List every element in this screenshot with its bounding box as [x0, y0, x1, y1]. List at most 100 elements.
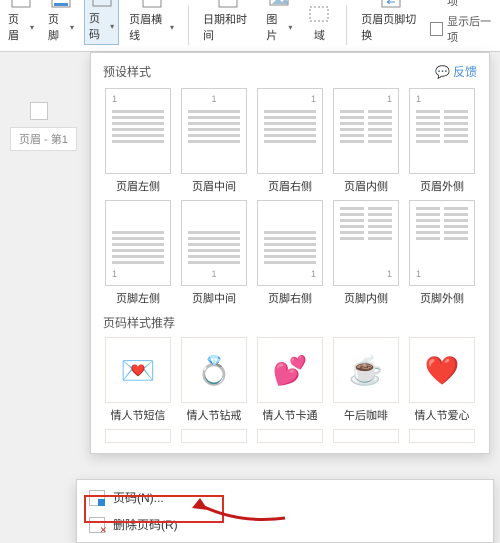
- feedback-label: 反馈: [453, 63, 477, 80]
- promo-row-2: [103, 429, 477, 443]
- footer-button[interactable]: 页脚▾: [44, 0, 78, 45]
- preset-style-right-header[interactable]: 1页眉右侧: [255, 88, 325, 194]
- crossline-icon: [141, 0, 163, 9]
- switch-label: 页眉页脚切换: [361, 11, 420, 43]
- preset-style-outer-header[interactable]: 1页眉外侧: [407, 88, 477, 194]
- promo-title: 页码样式推荐: [103, 314, 477, 331]
- switch-icon: [380, 0, 402, 9]
- page-number-dialog-icon: [89, 490, 105, 506]
- field-button[interactable]: 域: [302, 1, 336, 45]
- promo-item-4[interactable]: ❤️ 情人节爱心: [407, 337, 477, 423]
- page-number-button[interactable]: # 页码▾: [84, 0, 119, 45]
- promo-label: 情人节卡通: [263, 407, 318, 423]
- picture-label: 图片: [266, 11, 286, 43]
- preset-style-label: 页脚左侧: [116, 290, 160, 306]
- header-icon: [10, 0, 32, 9]
- promo-label: 情人节短信: [111, 407, 166, 423]
- chevron-down-icon: ▾: [30, 23, 34, 32]
- field-label: 域: [314, 27, 325, 43]
- ribbon-right-group: 显示前一项 显示后一项: [430, 0, 496, 45]
- menu-item-page-number[interactable]: 页码(N)...: [77, 484, 493, 511]
- preset-title: 预设样式: [103, 63, 151, 80]
- chevron-down-icon: ▾: [110, 22, 114, 31]
- footer-label: 页脚: [48, 11, 68, 43]
- promo-label: 情人节钻戒: [187, 407, 242, 423]
- delete-page-number-icon: [89, 517, 105, 533]
- chevron-down-icon: ▾: [170, 23, 174, 32]
- promo-item-3[interactable]: ☕ 午后咖啡: [331, 337, 401, 423]
- promo-thumb-blank: [257, 429, 323, 443]
- ribbon-toolbar: 页眉▾ 页脚▾ # 页码▾ 页眉横线▾ 日期和时间 图片▾ 域: [0, 0, 500, 52]
- crossline-label: 页眉横线: [129, 11, 168, 43]
- preset-row-header: 1页眉左侧1页眉中间1页眉右侧1页眉内侧1页眉外侧: [103, 88, 477, 194]
- promo-item-blank[interactable]: [179, 429, 249, 443]
- header-crossline-button[interactable]: 页眉横线▾: [125, 0, 178, 45]
- show-next-icon: [430, 22, 443, 36]
- preset-style-label: 页眉中间: [192, 178, 236, 194]
- page-number-icon: #: [91, 0, 113, 8]
- promo-thumb-blank: [181, 429, 247, 443]
- feedback-icon: 💬: [435, 65, 450, 79]
- show-prev-button[interactable]: 显示前一项: [430, 0, 496, 9]
- preset-style-right-footer[interactable]: 1页脚右侧: [255, 200, 325, 306]
- menu-item-page-number-label: 页码(N)...: [113, 489, 164, 506]
- promo-thumb: ☕: [333, 337, 399, 403]
- promo-thumb: 💕: [257, 337, 323, 403]
- promo-item-1[interactable]: 💍情人节钻戒: [179, 337, 249, 423]
- promo-thumb-blank: [333, 429, 399, 443]
- switch-button[interactable]: 页眉页脚切换: [357, 0, 424, 45]
- page-number-menu: 页码(N)... 删除页码(R): [76, 479, 494, 543]
- document-area: 页眉 - 第1 预设样式 💬 反馈 1页眉左侧1页眉中间1页眉右侧1页眉内侧1页…: [0, 52, 500, 543]
- promo-item-blank[interactable]: [103, 429, 173, 443]
- preset-style-center-footer[interactable]: 1页脚中间: [179, 200, 249, 306]
- preset-style-left-footer[interactable]: 1页脚左侧: [103, 200, 173, 306]
- preset-style-label: 页眉右侧: [268, 178, 312, 194]
- page-marker-icon: [30, 102, 48, 120]
- show-prev-label: 显示前一项: [447, 0, 496, 9]
- promo-item-2[interactable]: 💕 情人节卡通: [255, 337, 325, 423]
- picture-icon: [268, 0, 290, 9]
- menu-item-delete-page-number[interactable]: 删除页码(R): [77, 511, 493, 538]
- promo-label: 情人节爱心: [415, 407, 470, 423]
- promo-thumb: 💌: [105, 337, 171, 403]
- promo-item-blank[interactable]: [407, 429, 477, 443]
- preset-style-inner-footer[interactable]: 1页脚内侧: [331, 200, 401, 306]
- promo-label: 午后咖啡: [344, 407, 388, 423]
- show-next-button[interactable]: 显示后一项: [430, 13, 496, 45]
- menu-item-delete-label: 删除页码(R): [113, 516, 178, 533]
- picture-button[interactable]: 图片▾: [262, 0, 296, 45]
- preset-style-left-header[interactable]: 1页眉左侧: [103, 88, 173, 194]
- preset-style-center-header[interactable]: 1页眉中间: [179, 88, 249, 194]
- promo-thumb-blank: [105, 429, 171, 443]
- ribbon-separator: [346, 5, 347, 45]
- preset-style-inner-header[interactable]: 1页眉内侧: [331, 88, 401, 194]
- page-number-panel: 预设样式 💬 反馈 1页眉左侧1页眉中间1页眉右侧1页眉内侧1页眉外侧 1页脚左…: [90, 52, 490, 454]
- preset-style-label: 页脚中间: [192, 290, 236, 306]
- preset-style-label: 页眉左侧: [116, 178, 160, 194]
- promo-thumb: ❤️: [409, 337, 475, 403]
- page-number-label: 页码: [89, 10, 108, 42]
- promo-item-blank[interactable]: [331, 429, 401, 443]
- preset-style-label: 页脚外侧: [420, 290, 464, 306]
- datetime-button[interactable]: 日期和时间: [199, 0, 256, 45]
- footer-icon: [50, 0, 72, 9]
- promo-item-0[interactable]: 💌 情人节短信: [103, 337, 173, 423]
- preset-style-label: 页眉外侧: [420, 178, 464, 194]
- header-button[interactable]: 页眉▾: [4, 0, 38, 45]
- promo-item-blank[interactable]: [255, 429, 325, 443]
- ribbon-separator: [188, 5, 189, 45]
- feedback-link[interactable]: 💬 反馈: [435, 63, 477, 80]
- chevron-down-icon: ▾: [288, 23, 292, 32]
- preset-style-outer-footer[interactable]: 1页脚外侧: [407, 200, 477, 306]
- preset-row-footer: 1页脚左侧1页脚中间1页脚右侧1页脚内侧1页脚外侧: [103, 200, 477, 306]
- promo-thumb-blank: [409, 429, 475, 443]
- preset-style-label: 页眉内侧: [344, 178, 388, 194]
- svg-text:#: #: [99, 0, 104, 2]
- preset-style-label: 页脚内侧: [344, 290, 388, 306]
- header-field-tag: 页眉 - 第1: [10, 127, 77, 151]
- datetime-icon: [217, 0, 239, 9]
- chevron-down-icon: ▾: [70, 23, 74, 32]
- promo-row: 💌 情人节短信 💍情人节钻戒💕 情人节卡通 ☕ 午后咖啡 ❤️ 情人节爱心: [103, 337, 477, 423]
- datetime-label: 日期和时间: [203, 11, 252, 43]
- show-next-label: 显示后一项: [447, 13, 496, 45]
